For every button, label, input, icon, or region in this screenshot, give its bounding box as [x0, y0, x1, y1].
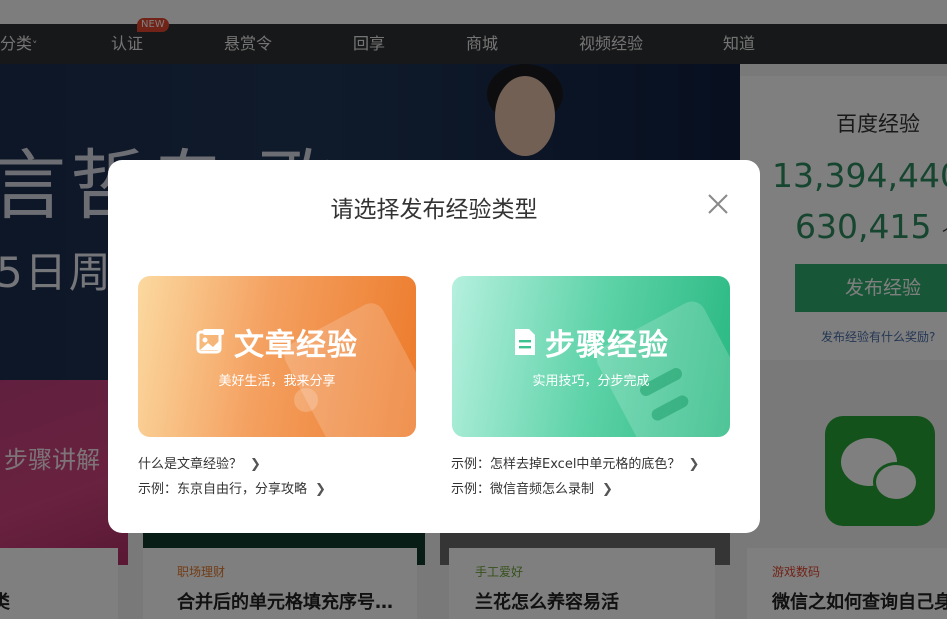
link-label: 示例：怎样去掉Excel中单元格的底色？: [451, 457, 681, 472]
chevron-right-icon: ❯: [250, 457, 261, 472]
article-example-link[interactable]: 示例：东京自由行，分享攻略 ❯: [138, 478, 326, 497]
close-icon[interactable]: [704, 190, 732, 218]
steps-example-link[interactable]: 示例：怎样去掉Excel中单元格的底色？ ❯: [451, 453, 699, 472]
chevron-right-icon: ❯: [602, 482, 613, 497]
article-experience-option[interactable]: 文章经验 美好生活，我来分享: [138, 276, 416, 437]
article-option-subtitle: 美好生活，我来分享: [218, 374, 336, 389]
document-icon: [515, 329, 535, 355]
chevron-right-icon: ❯: [688, 457, 700, 472]
article-option-title: 文章经验: [234, 328, 358, 363]
steps-experience-option[interactable]: 步骤经验 实用技巧，分步完成: [452, 276, 730, 437]
link-label: 示例：微信音频怎么录制: [451, 482, 595, 497]
steps-option-header: 步骤经验: [452, 320, 730, 364]
link-label: 示例：东京自由行，分享攻略: [138, 482, 308, 497]
chevron-right-icon: ❯: [315, 482, 326, 497]
link-label: 什么是文章经验？: [138, 457, 243, 472]
dialog-title: 请选择发布经验类型: [330, 197, 538, 223]
image-icon: [196, 329, 224, 354]
what-is-article-link[interactable]: 什么是文章经验？ ❯: [138, 453, 261, 472]
steps-option-subtitle: 实用技巧，分步完成: [532, 374, 650, 389]
steps-example-link-2[interactable]: 示例：微信音频怎么录制 ❯: [451, 478, 613, 497]
steps-option-title: 步骤经验: [545, 328, 669, 363]
article-option-header: 文章经验: [138, 320, 416, 364]
publish-type-dialog: 请选择发布经验类型 文章经验 美好生活，我来分享 什么是文章经验？ ❯ 示例：东京…: [108, 160, 760, 533]
